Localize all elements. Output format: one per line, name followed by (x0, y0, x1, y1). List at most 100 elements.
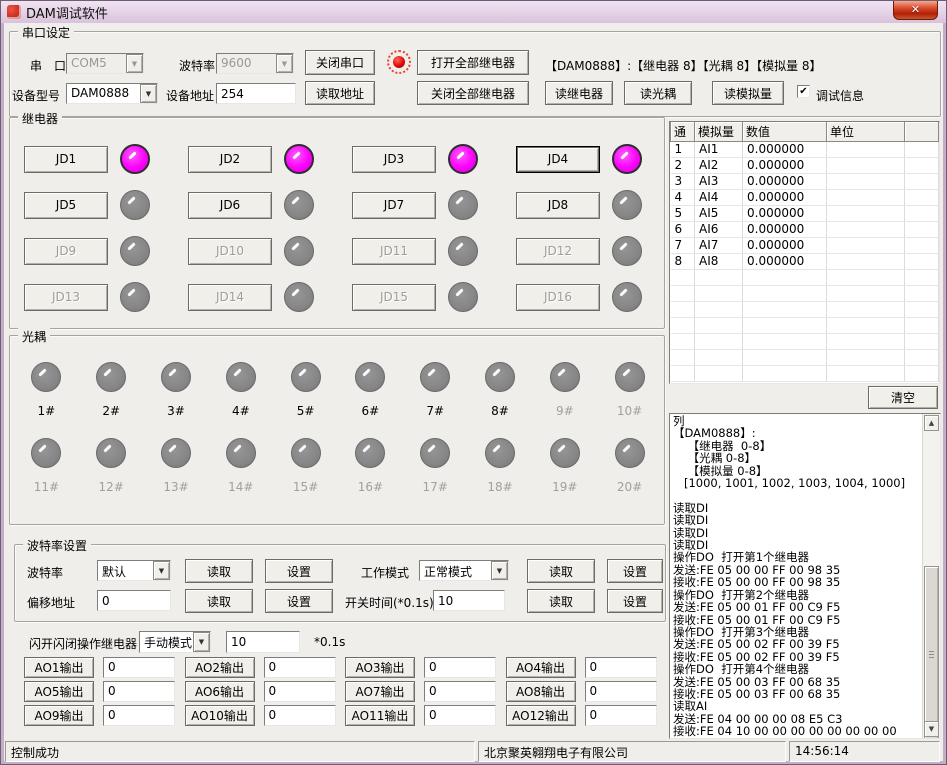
ao-cell: AO8输出 (506, 679, 667, 703)
serial-status-led (387, 50, 411, 74)
analog-col-header-2: 数值 (743, 122, 827, 141)
ao-input-1[interactable] (103, 657, 175, 678)
opto-label-18: 18# (487, 480, 512, 494)
ao-input-5[interactable] (103, 681, 175, 702)
offset-set-button[interactable]: 设置 (265, 589, 333, 613)
read-address-button[interactable]: 读取地址 (305, 81, 375, 105)
opto-light-14 (226, 438, 256, 468)
ao-button-4[interactable]: AO4输出 (506, 657, 576, 678)
ao-button-7[interactable]: AO7输出 (345, 681, 415, 702)
relay-button-jd5[interactable]: JD5 (24, 192, 108, 219)
ao-button-12[interactable]: AO12输出 (506, 705, 576, 726)
opto-item: 1# (14, 362, 79, 418)
read-relays-button[interactable]: 读继电器 (545, 81, 613, 105)
ao-button-1[interactable]: AO1输出 (24, 657, 94, 678)
debug-info-label: 调试信息 (816, 87, 864, 104)
debug-info-checkbox[interactable]: ✔ (797, 85, 810, 98)
port-combo-value: COM5 (67, 54, 126, 73)
port-combo[interactable]: COM5 ▼ (66, 53, 144, 74)
scroll-down-icon[interactable]: ▼ (924, 721, 939, 737)
relay-cell: JD4 (516, 136, 680, 182)
ao-input-9[interactable] (103, 705, 175, 726)
ao-button-3[interactable]: AO3输出 (345, 657, 415, 678)
status-message: 控制成功 (5, 741, 475, 762)
switch-time-label: 开关时间(*0.1s) (345, 594, 434, 611)
ao-input-6[interactable] (264, 681, 336, 702)
opto-light-7 (420, 362, 450, 392)
address-input[interactable] (216, 83, 296, 104)
switch-time-input[interactable] (433, 590, 505, 611)
ao-button-6[interactable]: AO6输出 (185, 681, 255, 702)
relay-light-1 (120, 144, 150, 174)
log-scrollbar[interactable]: ▲ ▼ (922, 414, 940, 738)
model-combo-value: DAM0888 (67, 84, 140, 103)
opto-label-20: 20# (617, 480, 642, 494)
relay-button-jd1[interactable]: JD1 (24, 146, 108, 173)
opto-item: 16# (338, 438, 403, 494)
close-all-relays-button[interactable]: 关闭全部继电器 (417, 81, 529, 105)
relay-button-jd8[interactable]: JD8 (516, 192, 600, 219)
analog-table[interactable]: 通模拟量数值单位1AI10.0000002AI20.0000003AI30.00… (669, 121, 940, 384)
relay-light-16 (612, 282, 642, 312)
flash-mode-combo[interactable]: 手动模式 ▼ (139, 631, 211, 653)
ao-input-3[interactable] (424, 657, 496, 678)
relay-cell: JD11 (352, 228, 516, 274)
ao-input-12[interactable] (585, 705, 657, 726)
ao-button-10[interactable]: AO10输出 (185, 705, 255, 726)
opto-label-3: 3# (167, 404, 185, 418)
switch-time-read-button[interactable]: 读取 (527, 589, 595, 613)
ao-input-11[interactable] (424, 705, 496, 726)
relay-button-jd2[interactable]: JD2 (188, 146, 272, 173)
baudrate-combo[interactable]: 默认 ▼ (97, 560, 171, 581)
relay-button-jd14: JD14 (188, 284, 272, 311)
ao-input-7[interactable] (424, 681, 496, 702)
close-serial-button[interactable]: 关闭串口 (305, 50, 375, 75)
log-panel[interactable]: 列 【DAM0888】: 【继电器 0-8】 【光耦 0-8】 【模拟量 0-8… (669, 413, 941, 739)
relay-button-jd6[interactable]: JD6 (188, 192, 272, 219)
ao-button-8[interactable]: AO8输出 (506, 681, 576, 702)
relay-button-jd3[interactable]: JD3 (352, 146, 436, 173)
open-all-relays-button[interactable]: 打开全部继电器 (417, 50, 529, 75)
clear-log-button[interactable]: 清空 (868, 386, 938, 409)
model-combo[interactable]: DAM0888 ▼ (66, 83, 158, 104)
scrollbar-thumb[interactable] (924, 566, 939, 739)
relay-cell: JD15 (352, 274, 516, 320)
scroll-up-icon[interactable]: ▲ (924, 415, 939, 431)
ao-button-11[interactable]: AO11输出 (345, 705, 415, 726)
opto-light-8 (485, 362, 515, 392)
relay-light-15 (448, 282, 478, 312)
ao-input-8[interactable] (585, 681, 657, 702)
baud-combo[interactable]: 9600 ▼ (216, 53, 294, 74)
read-analog-button[interactable]: 读模拟量 (712, 81, 784, 105)
offset-read-button[interactable]: 读取 (185, 589, 253, 613)
switch-time-set-button[interactable]: 设置 (607, 589, 663, 613)
offset-address-input[interactable] (97, 590, 171, 611)
ao-button-9[interactable]: AO9输出 (24, 705, 94, 726)
opto-item: 2# (79, 362, 144, 418)
opto-group-title: 光耦 (18, 328, 50, 345)
relay-button-jd4[interactable]: JD4 (516, 146, 600, 173)
read-opto-button[interactable]: 读光耦 (624, 81, 692, 105)
ao-input-2[interactable] (264, 657, 336, 678)
opto-item: 20# (597, 438, 662, 494)
relay-button-jd7[interactable]: JD7 (352, 192, 436, 219)
close-button[interactable]: ✕ (893, 1, 938, 20)
ao-button-2[interactable]: AO2输出 (185, 657, 255, 678)
opto-item: 11# (14, 438, 79, 494)
ao-input-10[interactable] (264, 705, 336, 726)
opto-label-12: 12# (99, 480, 124, 494)
analog-table-row (671, 365, 939, 381)
baudrate-set-button[interactable]: 设置 (265, 559, 333, 583)
opto-light-20 (615, 438, 645, 468)
relay-cell: JD2 (188, 136, 352, 182)
ao-input-4[interactable] (585, 657, 657, 678)
work-mode-read-button[interactable]: 读取 (527, 559, 595, 583)
work-mode-set-button[interactable]: 设置 (607, 559, 663, 583)
analog-table-row (671, 317, 939, 333)
ao-button-5[interactable]: AO5输出 (24, 681, 94, 702)
work-mode-combo[interactable]: 正常模式 ▼ (419, 560, 509, 581)
relay-light-12 (612, 236, 642, 266)
analog-table-row: 4AI40.000000 (671, 189, 939, 205)
flash-time-input[interactable] (226, 631, 300, 653)
baudrate-read-button[interactable]: 读取 (185, 559, 253, 583)
